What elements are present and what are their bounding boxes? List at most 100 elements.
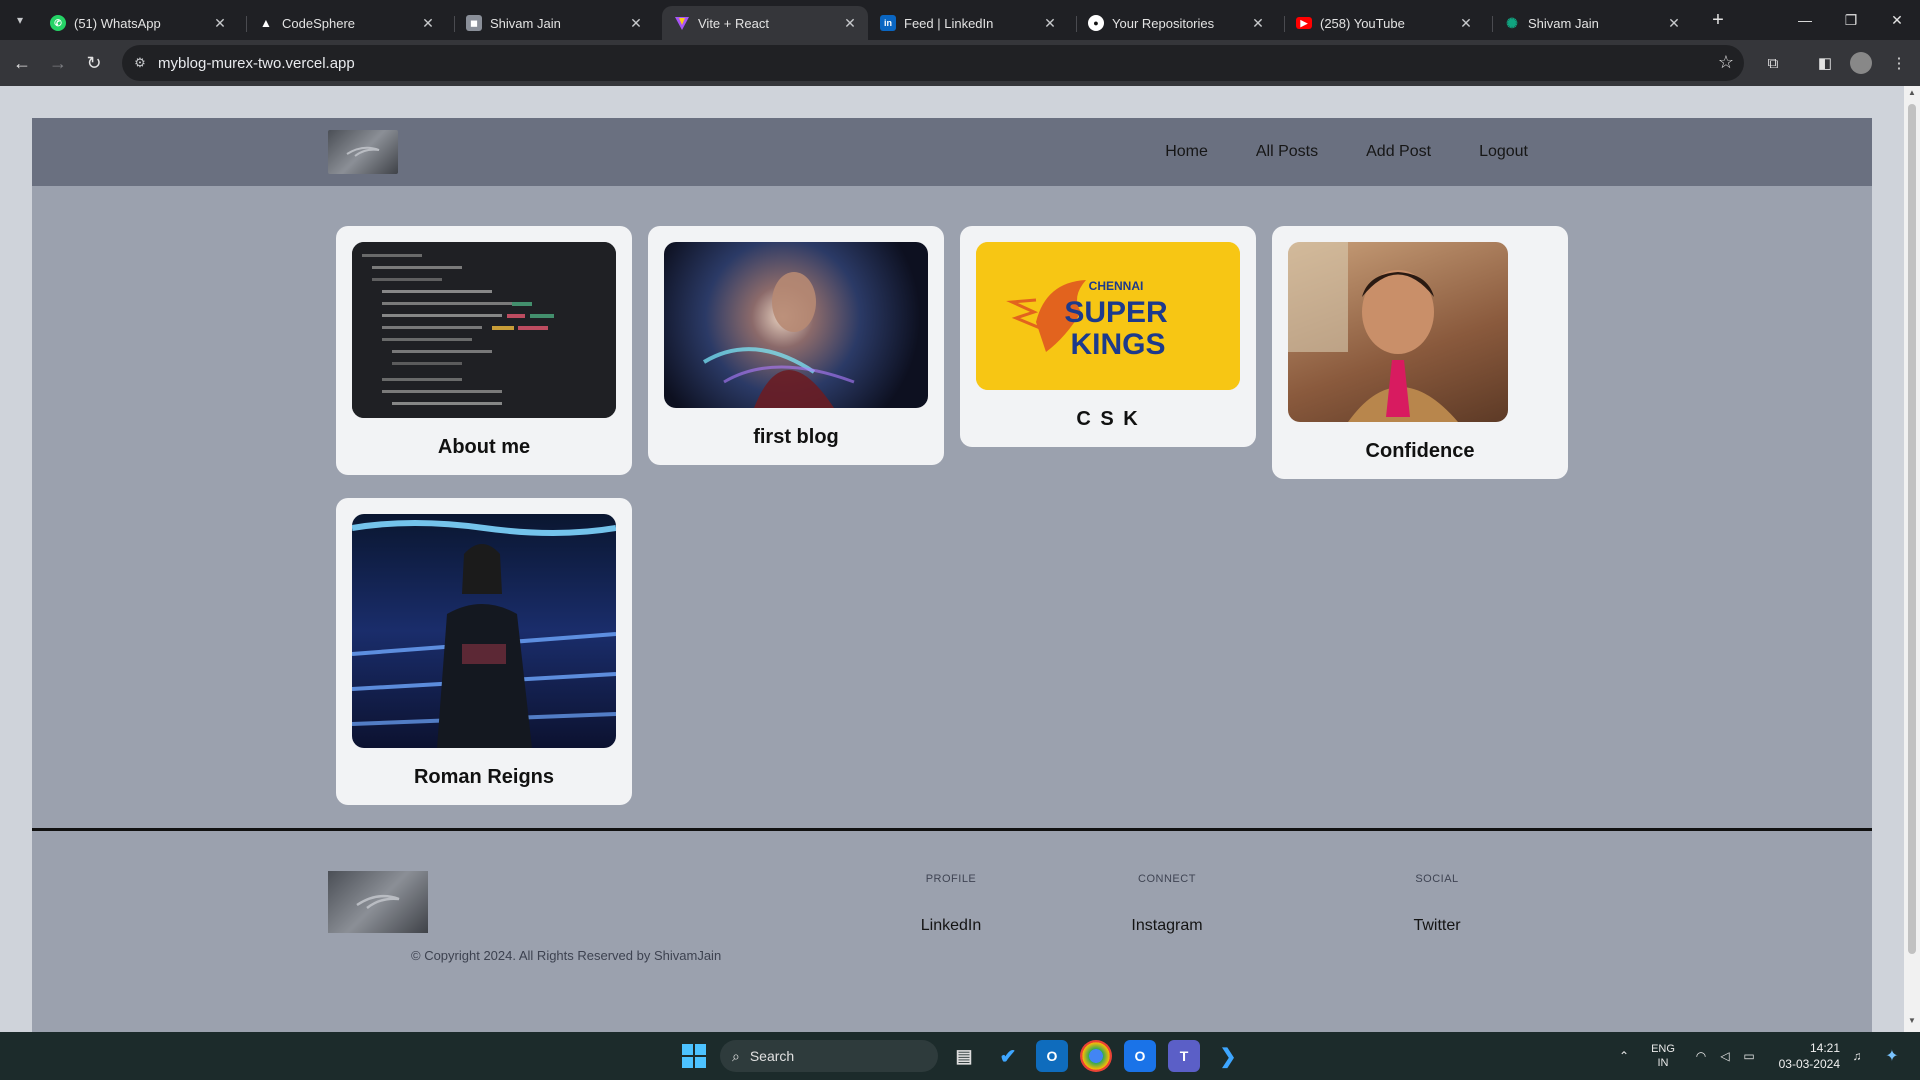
wrestler-photo	[352, 514, 616, 748]
site-info-icon[interactable]: ⚙	[122, 45, 158, 81]
codesphere-icon: ▲	[260, 16, 272, 30]
footer-column-profile: PROFILE LinkedIn	[871, 873, 1031, 935]
tab-title: (258) YouTube	[1320, 15, 1405, 31]
copilot-icon[interactable]: ✦	[1876, 1032, 1908, 1080]
new-tab-button[interactable]: +	[1704, 8, 1732, 32]
taskbar-search-box[interactable]: ⌕ Search	[720, 1040, 938, 1072]
forward-button[interactable]: →	[44, 49, 72, 77]
chennai-super-kings-logo: CHENNAI SUPER KINGS	[976, 242, 1240, 390]
notification-bell-icon[interactable]: ♫	[1846, 1032, 1868, 1080]
site-logo[interactable]	[328, 130, 398, 174]
restore-button[interactable]: ❐	[1828, 0, 1874, 40]
nav-home[interactable]: Home	[1141, 135, 1232, 169]
windows-start-icon[interactable]	[682, 1044, 706, 1068]
url-text: myblog-murex-two.vercel.app	[158, 54, 355, 72]
scrollbar-thumb[interactable]	[1908, 104, 1916, 954]
more-menu-icon[interactable]: ⋮	[1888, 52, 1910, 74]
linkedin-icon: in	[880, 15, 896, 31]
post-title: Confidence	[1365, 440, 1475, 462]
doctor-strange-photo	[664, 242, 928, 408]
site-footer: © Copyright 2024. All Rights Reserved by…	[32, 831, 1872, 1032]
footer-heading: PROFILE	[925, 873, 977, 885]
tab-title: Vite + React	[698, 15, 769, 31]
nav-logout[interactable]: Logout	[1455, 135, 1552, 169]
vite-icon	[674, 15, 690, 31]
close-icon[interactable]: ✕	[1458, 15, 1474, 32]
post-card[interactable]: first blog	[648, 226, 944, 465]
footer-link-linkedin[interactable]: LinkedIn	[871, 917, 1031, 935]
main-nav: Home All Posts Add Post Logout	[1141, 118, 1552, 186]
portrait-icon: ◼	[466, 15, 482, 31]
tab-shivam-jain[interactable]: ◼ Shivam Jain ✕	[454, 6, 654, 40]
copyright-text: © Copyright 2024. All Rights Reserved by…	[411, 948, 722, 963]
browser-tab-strip: ▾ ✆ (51) WhatsApp ✕ ▲ CodeSphere ✕ ◼ Shi…	[0, 0, 1920, 40]
openai-icon: ✺	[1506, 14, 1518, 31]
close-window-button[interactable]: ✕	[1874, 0, 1920, 40]
scroll-down-arrow-icon[interactable]: ▼	[1904, 1016, 1920, 1030]
post-title: C S K	[1076, 408, 1140, 430]
blog-site: Home All Posts Add Post Logout About me …	[32, 118, 1872, 1032]
tab-github[interactable]: ● Your Repositories ✕	[1076, 6, 1276, 40]
tab-codesphere[interactable]: ▲ CodeSphere ✕	[246, 6, 446, 40]
site-header: Home All Posts Add Post Logout	[32, 118, 1872, 186]
side-panel-icon[interactable]: ◧	[1814, 52, 1836, 74]
footer-logo[interactable]	[328, 871, 428, 933]
minimize-button[interactable]: —	[1782, 0, 1828, 40]
close-icon[interactable]: ✕	[1042, 15, 1058, 32]
close-icon[interactable]: ✕	[1250, 15, 1266, 32]
close-icon[interactable]: ✕	[842, 15, 858, 32]
tab-title: Shivam Jain	[1528, 15, 1599, 31]
post-title: Roman Reigns	[413, 766, 555, 788]
tab-linkedin[interactable]: in Feed | LinkedIn ✕	[868, 6, 1068, 40]
battery-icon[interactable]: ▭	[1738, 1032, 1760, 1080]
post-title: first blog	[753, 426, 839, 448]
nav-add-post[interactable]: Add Post	[1342, 135, 1455, 169]
tab-vite-react[interactable]: Vite + React ✕	[662, 6, 868, 40]
chrome-icon[interactable]	[1080, 1040, 1112, 1072]
tab-search-chevron-icon[interactable]: ▾	[8, 8, 32, 32]
teams-icon[interactable]: T	[1168, 1040, 1200, 1072]
scroll-up-arrow-icon[interactable]: ▲	[1904, 88, 1920, 102]
address-bar[interactable]: ⚙ myblog-murex-two.vercel.app ☆	[122, 45, 1744, 81]
language-code: ENG	[1651, 1043, 1675, 1055]
github-icon: ●	[1088, 15, 1104, 31]
close-icon[interactable]: ✕	[420, 15, 436, 32]
post-card[interactable]: Confidence	[1272, 226, 1568, 479]
youtube-icon: ▶	[1296, 17, 1312, 29]
todo-icon[interactable]: ✔	[992, 1040, 1024, 1072]
tab-title: Feed | LinkedIn	[904, 15, 994, 31]
whatsapp-icon: ✆	[50, 15, 66, 31]
profile-avatar[interactable]	[1850, 52, 1872, 74]
tray-overflow-chevron-icon[interactable]: ⌃	[1612, 1032, 1636, 1080]
system-clock[interactable]: 14:21 03-03-2024	[1770, 1040, 1840, 1072]
post-card[interactable]: About me	[336, 226, 632, 475]
footer-column-connect: CONNECT Instagram	[1087, 873, 1247, 935]
tab-whatsapp[interactable]: ✆ (51) WhatsApp ✕	[38, 6, 238, 40]
nav-all-posts[interactable]: All Posts	[1232, 135, 1342, 169]
close-icon[interactable]: ✕	[1666, 15, 1682, 32]
extensions-icon[interactable]: ⧉	[1762, 52, 1784, 74]
wifi-icon[interactable]: ◠	[1690, 1032, 1712, 1080]
post-card[interactable]: Roman Reigns	[336, 498, 632, 805]
post-card[interactable]: CHENNAI SUPER KINGS C S K	[960, 226, 1256, 447]
tab-youtube[interactable]: ▶ (258) YouTube ✕	[1284, 6, 1484, 40]
footer-link-instagram[interactable]: Instagram	[1087, 917, 1247, 935]
close-icon[interactable]: ✕	[628, 15, 644, 32]
outlook-new-icon[interactable]: O	[1124, 1040, 1156, 1072]
bookmark-star-icon[interactable]: ☆	[1718, 52, 1734, 73]
file-explorer-icon[interactable]: ▤	[948, 1040, 980, 1072]
outlook-icon[interactable]: O	[1036, 1040, 1068, 1072]
tab-chatgpt[interactable]: ✺ Shivam Jain ✕	[1492, 6, 1692, 40]
page-scrollbar[interactable]: ▲ ▼	[1904, 86, 1920, 1032]
close-icon[interactable]: ✕	[212, 15, 228, 32]
clock-date: 03-03-2024	[1778, 1057, 1840, 1071]
back-button[interactable]: ←	[8, 49, 36, 77]
reload-button[interactable]: ↻	[80, 49, 108, 77]
search-icon: ⌕	[732, 1047, 740, 1064]
footer-link-twitter[interactable]: Twitter	[1357, 917, 1517, 935]
smiling-boy-photo	[1288, 242, 1508, 422]
vscode-icon[interactable]: ❯	[1212, 1040, 1244, 1072]
volume-icon[interactable]: ◁	[1714, 1032, 1736, 1080]
windows-taskbar: ⌕ Search ▤ ✔ O O T ❯ ⌃ ENG IN ◠ ◁ ▭ 14:2…	[0, 1032, 1920, 1080]
language-indicator[interactable]: ENG IN	[1648, 1032, 1678, 1080]
